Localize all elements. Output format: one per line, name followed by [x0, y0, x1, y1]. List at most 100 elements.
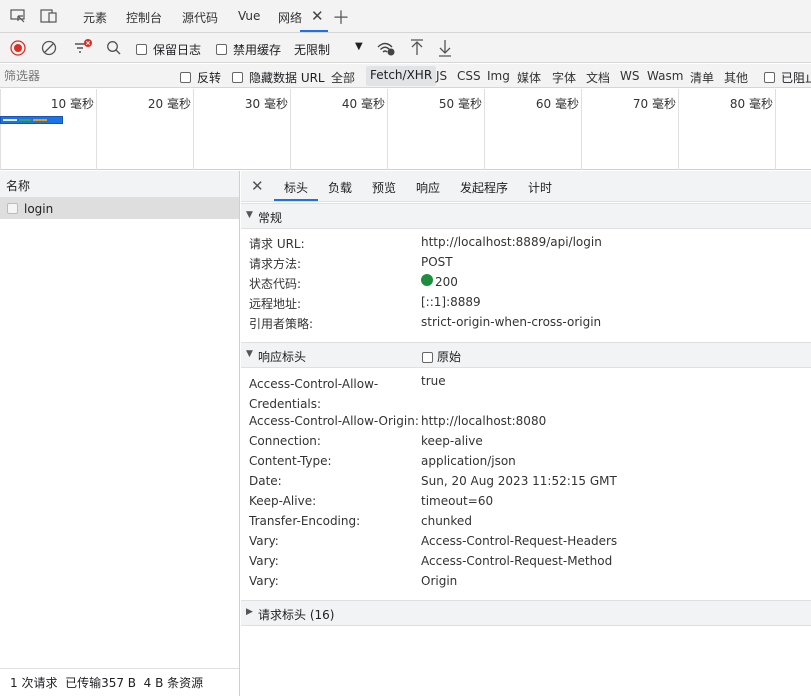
tab-console[interactable]: 控制台	[126, 9, 162, 26]
response-header-value: application/json	[421, 454, 516, 468]
response-header-key: Content-Type:	[249, 454, 332, 468]
timeline-tick-label: 80 毫秒	[729, 97, 773, 111]
general-value: strict-origin-when-cross-origin	[421, 315, 602, 329]
hide-data-urls-checkbox[interactable]	[232, 70, 243, 84]
response-header-key: Connection:	[249, 434, 321, 448]
close-details-icon[interactable]: ✕	[251, 177, 264, 195]
timeline-gridline	[290, 89, 291, 170]
network-conditions-icon[interactable]	[376, 40, 396, 56]
invert-checkbox[interactable]	[180, 70, 191, 84]
response-header-value: timeout=60	[421, 494, 494, 508]
tab-timing[interactable]: 计时	[528, 179, 552, 196]
tab-headers[interactable]: 标头	[284, 179, 308, 196]
network-toolbar: 保留日志 禁用缓存 无限制 ▼	[0, 33, 811, 63]
devtools-tab-bar: 元素 控制台 源代码 Vue 网络 ✕ ＋	[0, 0, 811, 33]
active-detail-tab-indicator	[274, 199, 318, 201]
timeline-gridline	[0, 89, 1, 170]
general-key: 请求 URL:	[249, 237, 305, 251]
request-list-panel: 名称 login 1 次请求 已传输357 B 4 B 条资源	[0, 171, 240, 696]
filter-other[interactable]: 其他	[724, 69, 748, 86]
timeline-overview[interactable]: 10 毫秒 20 毫秒 30 毫秒 40 毫秒 50 毫秒 60 毫秒 70 毫…	[0, 89, 811, 170]
request-list-header[interactable]: 名称	[0, 171, 239, 198]
response-header-key: Keep-Alive:	[249, 494, 317, 508]
filter-js[interactable]: JS	[436, 69, 447, 83]
status-bar: 1 次请求 已传输357 B 4 B 条资源	[0, 668, 239, 696]
raw-label: 原始	[437, 350, 462, 364]
request-headers-title: 请求标头 (16)	[258, 608, 335, 622]
response-header-value: keep-alive	[421, 434, 483, 448]
filter-css[interactable]: CSS	[457, 69, 481, 83]
general-title: 常规	[258, 211, 283, 225]
tab-network[interactable]: 网络	[278, 9, 302, 26]
preserve-log-checkbox[interactable]	[136, 42, 147, 56]
request-headers-section-header[interactable]: ▶ 请求标头 (16)	[241, 600, 811, 626]
general-value: 200	[435, 275, 458, 289]
timeline-tick-label: 20 毫秒	[147, 97, 191, 111]
add-tab-icon[interactable]: ＋	[332, 4, 350, 30]
timeline-gridline	[678, 89, 679, 170]
request-details-panel: ✕ 标头 负载 预览 响应 发起程序 计时 ▼ 常规 请求 URL: http:…	[241, 171, 811, 696]
filter-media[interactable]: 媒体	[517, 69, 541, 86]
general-key: 状态代码:	[249, 277, 302, 291]
filter-manifest[interactable]: 清单	[690, 69, 714, 86]
tab-response[interactable]: 响应	[416, 179, 440, 196]
general-key: 引用者策略:	[249, 317, 314, 331]
response-headers-section-header[interactable]: ▼ 响应标头 原始	[241, 342, 811, 368]
response-headers-title: 响应标头	[258, 350, 307, 364]
timeline-tick-label: 30 毫秒	[244, 97, 288, 111]
timeline-gridline	[387, 89, 388, 170]
general-key: 请求方法:	[249, 257, 302, 271]
tab-vue[interactable]: Vue	[238, 9, 260, 23]
general-section-header[interactable]: ▼ 常规	[241, 203, 811, 229]
raw-checkbox[interactable]	[422, 350, 433, 364]
timeline-gridline	[193, 89, 194, 170]
general-key: 远程地址:	[249, 297, 302, 311]
clear-icon[interactable]	[41, 40, 57, 56]
timeline-gridline	[484, 89, 485, 170]
status-ok-icon	[421, 274, 433, 286]
search-icon[interactable]	[106, 40, 122, 56]
response-header-key: Vary:	[249, 574, 279, 588]
response-header-key: Transfer-Encoding:	[249, 514, 361, 528]
blocked-checkbox[interactable]	[764, 70, 775, 84]
preserve-log-label: 保留日志	[153, 43, 202, 57]
request-row[interactable]: login	[0, 198, 239, 219]
file-icon	[7, 203, 18, 214]
filter-all[interactable]: 全部	[331, 69, 355, 86]
export-har-icon[interactable]	[438, 39, 452, 57]
timeline-tick-label: 40 毫秒	[341, 97, 385, 111]
timeline-gridline	[581, 89, 582, 170]
tab-preview[interactable]: 预览	[372, 179, 396, 196]
hide-data-urls-label: 隐藏数据 URL	[249, 71, 325, 85]
filter-wasm[interactable]: Wasm	[647, 69, 683, 83]
blocked-label: 已阻止	[781, 71, 811, 85]
inspect-icon[interactable]	[10, 9, 26, 23]
triangle-right-icon: ▶	[246, 607, 253, 617]
filter-doc[interactable]: 文档	[586, 69, 610, 86]
filter-img[interactable]: Img	[487, 69, 510, 83]
filter-fetch-xhr[interactable]: Fetch/XHR	[366, 66, 437, 86]
timeline-gridline	[96, 89, 97, 170]
response-header-key: Vary:	[249, 554, 279, 568]
import-har-icon[interactable]	[410, 39, 424, 57]
filter-font[interactable]: 字体	[552, 69, 576, 86]
request-name: login	[24, 202, 54, 216]
timeline-tick-label: 60 毫秒	[535, 97, 579, 111]
tab-initiator[interactable]: 发起程序	[460, 179, 508, 196]
filter-icon[interactable]	[73, 39, 93, 57]
tab-payload[interactable]: 负载	[328, 179, 352, 196]
tab-sources[interactable]: 源代码	[182, 9, 218, 26]
response-header-key: Vary:	[249, 534, 279, 548]
throttling-value: 无限制	[294, 43, 331, 57]
summary-text: 1 次请求 已传输357 B 4 B 条资源	[10, 676, 204, 690]
throttling-select[interactable]: 无限制 ▼	[290, 38, 366, 58]
filter-input[interactable]	[4, 67, 164, 85]
tab-elements[interactable]: 元素	[83, 9, 107, 26]
close-tab-icon[interactable]: ✕	[311, 7, 324, 25]
record-icon[interactable]	[10, 40, 26, 56]
general-value: POST	[421, 255, 453, 269]
disable-cache-checkbox[interactable]	[216, 42, 227, 56]
response-header-value: chunked	[421, 514, 472, 528]
filter-ws[interactable]: WS	[620, 69, 639, 83]
device-toolbar-icon[interactable]	[40, 9, 58, 23]
